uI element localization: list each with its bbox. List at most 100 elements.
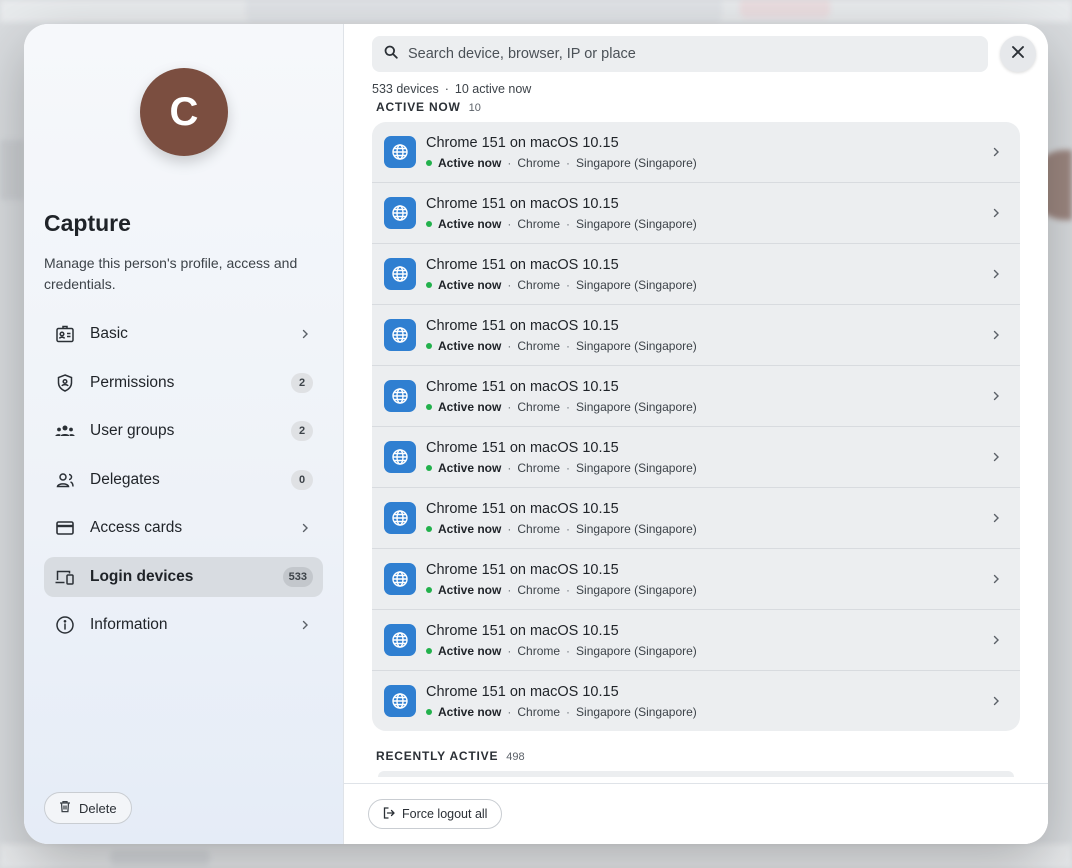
device-info: Chrome 151 on macOS 10.15 Active now · Chro… bbox=[426, 440, 988, 475]
device-browser: Chrome bbox=[517, 582, 561, 597]
sidebar-item-delegates[interactable]: Delegates 0 bbox=[44, 460, 323, 500]
users-icon bbox=[54, 420, 76, 442]
meta-separator: · bbox=[566, 277, 571, 292]
device-title: Chrome 151 on macOS 10.15 bbox=[426, 317, 619, 334]
device-info: Chrome 151 on macOS 10.15 Active now · Chro… bbox=[426, 135, 988, 170]
device-status: Active now bbox=[438, 521, 502, 536]
sidebar-item-information[interactable]: Information bbox=[44, 605, 323, 645]
active-dot-icon bbox=[426, 708, 432, 715]
device-info: Chrome 151 on macOS 10.15 Active now · Chro… bbox=[426, 257, 988, 292]
sidebar-item-access-cards[interactable]: Access cards bbox=[44, 508, 323, 548]
sidebar-item-login-devices[interactable]: Login devices 533 bbox=[44, 556, 323, 597]
device-meta: Active now · Chrome · Singapore (Singapore) bbox=[426, 339, 988, 353]
globe-icon bbox=[384, 624, 416, 656]
meta-separator: · bbox=[507, 460, 512, 475]
device-info: Chrome 151 on macOS 10.15 Active now · Chro… bbox=[426, 501, 988, 536]
device-place: Singapore (Singapore) bbox=[576, 704, 697, 719]
active-count: 10 active now bbox=[454, 82, 532, 96]
device-row[interactable]: Chrome 151 on macOS 10.15 Active now · Chro… bbox=[372, 244, 1020, 305]
device-row[interactable]: Chrome 151 on macOS 10.15 Active now · Chro… bbox=[372, 671, 1020, 731]
id-card-icon bbox=[54, 323, 76, 345]
device-row[interactable]: Chrome 151 on macOS 10.15 Active now · Chro… bbox=[372, 183, 1020, 244]
section-recent-header: RECENTLY ACTIVE 498 bbox=[376, 749, 1048, 763]
device-row[interactable]: Chrome 151 on macOS 10.15 Active now · Chro… bbox=[372, 305, 1020, 366]
chevron-right-icon bbox=[297, 617, 313, 633]
count-badge: 0 bbox=[291, 469, 313, 490]
globe-icon bbox=[384, 319, 416, 351]
device-meta: Active now · Chrome · Singapore (Singapore) bbox=[426, 156, 988, 170]
close-button[interactable] bbox=[1000, 36, 1036, 72]
sidebar-item-label: Login devices bbox=[90, 567, 194, 585]
devices-panel: 533 devices · 10 active now ACTIVE NOW 1… bbox=[344, 24, 1048, 844]
chevron-right-icon bbox=[988, 693, 1004, 709]
background-chip bbox=[110, 850, 210, 866]
section-count: 10 bbox=[468, 102, 481, 114]
active-dot-icon bbox=[426, 464, 432, 471]
meta-separator: · bbox=[566, 460, 571, 475]
device-title: Chrome 151 on macOS 10.15 bbox=[426, 378, 619, 395]
chevron-right-icon bbox=[988, 266, 1004, 282]
chevron-right-icon bbox=[988, 449, 1004, 465]
device-title: Chrome 151 on macOS 10.15 bbox=[426, 256, 619, 273]
profile-sidebar: C Capture Manage this person's profile, … bbox=[24, 24, 344, 844]
device-status: Active now bbox=[438, 338, 502, 353]
meta-separator: · bbox=[507, 582, 512, 597]
search-input[interactable] bbox=[408, 46, 976, 62]
devices-scroll-area[interactable]: ACTIVE NOW 10 Chrome 151 on macOS 10.15 A… bbox=[344, 100, 1048, 783]
active-dot-icon bbox=[426, 403, 432, 410]
device-meta: Active now · Chrome · Singapore (Singapore) bbox=[426, 583, 988, 597]
force-logout-button[interactable]: Force logout all bbox=[368, 799, 503, 829]
trash-icon bbox=[59, 800, 71, 816]
chevron-right-icon bbox=[988, 632, 1004, 648]
device-title: Chrome 151 on macOS 10.15 bbox=[426, 500, 619, 517]
device-title: Chrome 151 on macOS 10.15 bbox=[426, 439, 619, 456]
device-browser: Chrome bbox=[517, 399, 561, 414]
device-status: Active now bbox=[438, 155, 502, 170]
device-browser: Chrome bbox=[517, 643, 561, 658]
devices-icon bbox=[54, 566, 76, 588]
device-row[interactable]: Chrome 151 on macOS 10.15 Active now · Chro… bbox=[372, 366, 1020, 427]
device-info: Chrome 151 on macOS 10.15 Active now · Chro… bbox=[426, 684, 988, 719]
device-browser: Chrome bbox=[517, 521, 561, 536]
sidebar-item-user-groups[interactable]: User groups 2 bbox=[44, 411, 323, 451]
device-place: Singapore (Singapore) bbox=[576, 277, 697, 292]
summary-separator: · bbox=[444, 82, 449, 96]
device-meta: Active now · Chrome · Singapore (Singapore) bbox=[426, 522, 988, 536]
person-modal: C Capture Manage this person's profile, … bbox=[24, 24, 1048, 844]
card-icon bbox=[54, 517, 76, 539]
device-meta: Active now · Chrome · Singapore (Singapore) bbox=[426, 217, 988, 231]
globe-icon bbox=[384, 563, 416, 595]
device-row[interactable]: Chrome 151 on macOS 10.15 Active now · Chro… bbox=[372, 610, 1020, 671]
device-row[interactable]: Chrome 151 on macOS 10.15 Active now · Chro… bbox=[372, 549, 1020, 610]
device-status: Active now bbox=[438, 216, 502, 231]
device-place: Singapore (Singapore) bbox=[576, 643, 697, 658]
sidebar-item-permissions[interactable]: Permissions 2 bbox=[44, 363, 323, 403]
meta-separator: · bbox=[566, 338, 571, 353]
meta-separator: · bbox=[566, 155, 571, 170]
globe-icon bbox=[384, 685, 416, 717]
device-title: Chrome 151 on macOS 10.15 bbox=[426, 683, 619, 700]
device-info: Chrome 151 on macOS 10.15 Active now · Chro… bbox=[426, 196, 988, 231]
meta-separator: · bbox=[566, 521, 571, 536]
meta-separator: · bbox=[507, 216, 512, 231]
meta-separator: · bbox=[566, 704, 571, 719]
section-count: 498 bbox=[506, 751, 525, 763]
device-browser: Chrome bbox=[517, 277, 561, 292]
device-info: Chrome 151 on macOS 10.15 Active now · Chro… bbox=[426, 562, 988, 597]
delete-button[interactable]: Delete bbox=[44, 792, 132, 824]
count-badge: 2 bbox=[291, 372, 313, 393]
device-browser: Chrome bbox=[517, 460, 561, 475]
meta-separator: · bbox=[566, 399, 571, 414]
device-row[interactable]: Chrome 151 on macOS 10.15 Active now · Chro… bbox=[372, 427, 1020, 488]
meta-separator: · bbox=[507, 277, 512, 292]
count-badge: 2 bbox=[291, 421, 313, 441]
chevron-right-icon bbox=[297, 520, 313, 536]
device-row[interactable]: Chrome 151 on macOS 10.15 Active now · Chro… bbox=[372, 122, 1020, 183]
device-place: Singapore (Singapore) bbox=[576, 216, 697, 231]
device-place: Singapore (Singapore) bbox=[576, 582, 697, 597]
sidebar-item-label: Access cards bbox=[90, 519, 183, 536]
sidebar-item-basic[interactable]: Basic bbox=[44, 314, 323, 354]
device-browser: Chrome bbox=[517, 338, 561, 353]
device-browser: Chrome bbox=[517, 704, 561, 719]
device-row[interactable]: Chrome 151 on macOS 10.15 Active now · Chro… bbox=[372, 488, 1020, 549]
